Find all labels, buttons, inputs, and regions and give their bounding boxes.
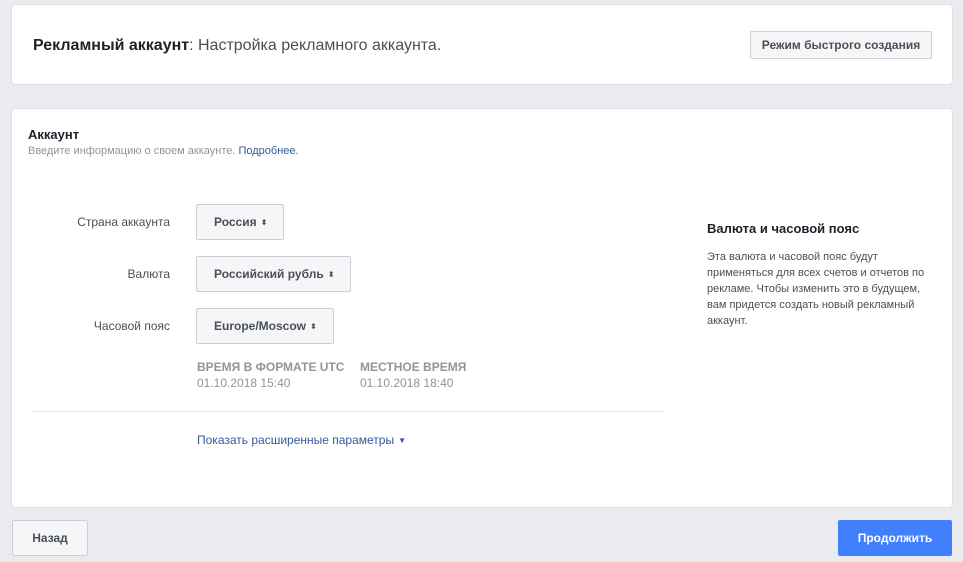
section-description-text: Введите информацию о своем аккаунте. [28,145,236,157]
local-time-heading: МЕСТНОЕ ВРЕМЯ [360,360,467,374]
divider [32,411,664,412]
timezone-select[interactable]: Europe/Moscow ⬍ [196,308,334,344]
header-card: Рекламный аккаунт: Настройка рекламного … [11,4,953,85]
section-title: Аккаунт [28,127,80,142]
continue-button[interactable]: Продолжить [838,520,952,556]
local-time-value: 01.10.2018 18:40 [360,376,454,390]
quick-create-mode-button[interactable]: Режим быстрого создания [750,31,932,59]
section-description: Введите информацию о своем аккаунте. Под… [28,145,299,157]
page-title: Рекламный аккаунт: Настройка рекламного … [33,37,441,55]
timezone-label: Часовой пояс [93,319,170,333]
up-down-arrows-icon: ⬍ [327,270,335,279]
learn-more-link[interactable]: Подробнее. [238,145,298,157]
currency-label: Валюта [127,267,170,281]
advanced-link-label: Показать расширенные параметры [197,433,395,447]
page-title-subtitle: : Настройка рекламного аккаунта. [189,37,442,54]
country-select-value: Россия [214,215,257,229]
caret-down-icon: ▼ [398,436,407,445]
side-panel-text: Эта валюта и часовой пояс будут применят… [707,251,925,327]
up-down-arrows-icon: ⬍ [260,218,268,227]
account-card: Аккаунт Введите информацию о своем аккау… [11,108,953,508]
side-panel-title: Валюта и часовой пояс [707,221,860,236]
back-button[interactable]: Назад [12,520,88,556]
currency-select[interactable]: Российский рубль ⬍ [196,256,352,292]
utc-time-value: 01.10.2018 15:40 [197,376,291,390]
utc-time-heading: ВРЕМЯ В ФОРМАТЕ UTC [197,360,345,374]
show-advanced-options-link[interactable]: Показать расширенные параметры ▼ [197,433,406,447]
country-label: Страна аккаунта [77,215,170,229]
currency-select-value: Российский рубль [214,267,324,281]
up-down-arrows-icon: ⬍ [310,322,317,331]
timezone-select-value: Europe/Moscow [214,319,307,333]
country-select[interactable]: Россия ⬍ [196,204,285,240]
page-title-bold: Рекламный аккаунт [33,37,190,54]
